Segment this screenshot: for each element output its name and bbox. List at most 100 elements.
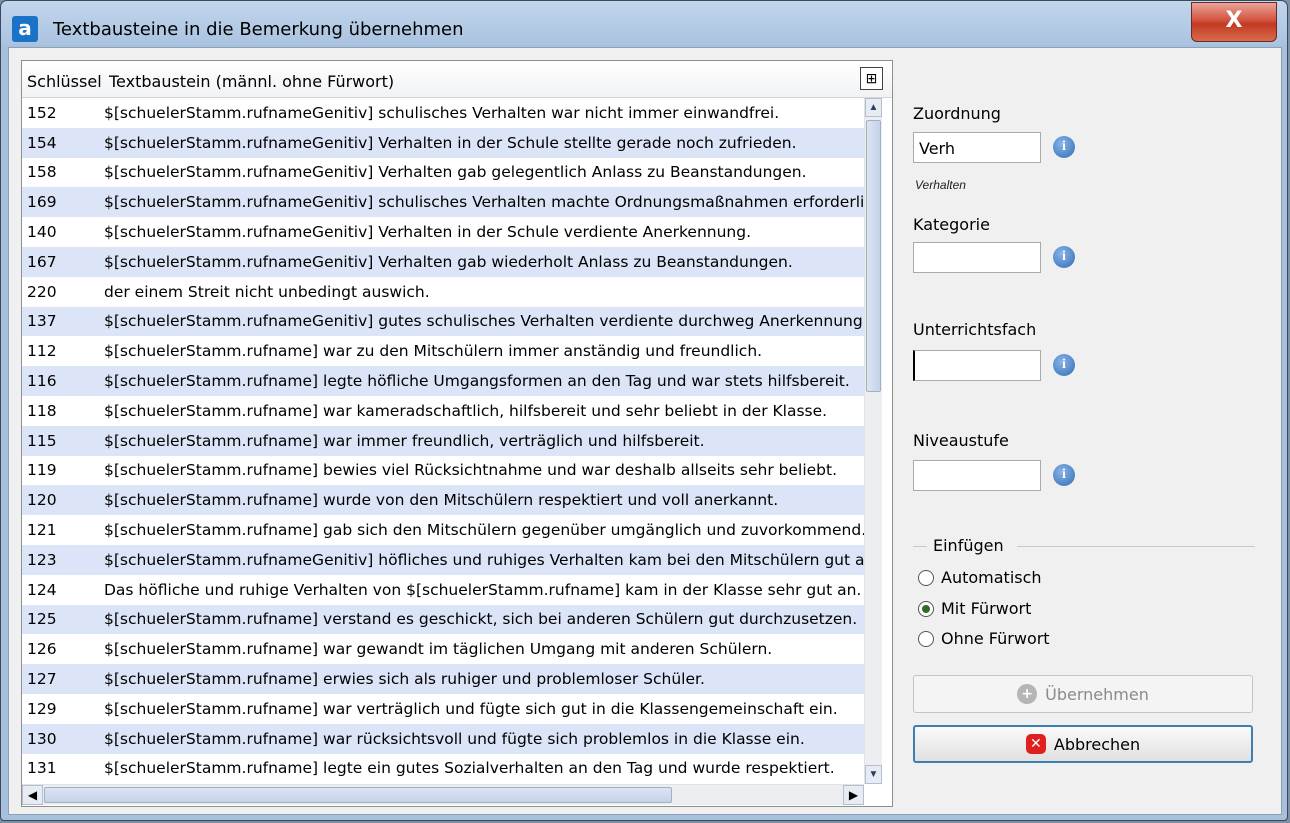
table-row[interactable]: 129 $[schuelerStamm.rufname] war verträgl… xyxy=(22,694,864,724)
row-key: 167 xyxy=(27,252,57,271)
row-key: 123 xyxy=(27,550,57,569)
zuordnung-label: Zuordnung xyxy=(913,104,1001,123)
zuordnung-info-icon[interactable]: i xyxy=(1053,136,1075,158)
abbrechen-button[interactable]: ✕ Abbrechen xyxy=(913,725,1253,763)
row-text: $[schuelerStamm.rufname] war kameradscha… xyxy=(104,401,828,420)
dialog-window: a Textbausteine in die Bemerkung überneh… xyxy=(0,0,1288,821)
row-text: $[schuelerStamm.rufnameGenitiv] Verhalte… xyxy=(104,223,752,242)
row-text: $[schuelerStamm.rufname] war gewandt im … xyxy=(104,640,773,659)
row-text: $[schuelerStamm.rufnameGenitiv] Verhalte… xyxy=(104,163,807,182)
row-key: 131 xyxy=(27,759,57,778)
scroll-down-icon[interactable]: ▼ xyxy=(865,765,882,784)
row-key: 169 xyxy=(27,193,57,212)
table-row[interactable]: 125 $[schuelerStamm.rufname] verstand es … xyxy=(22,604,864,635)
row-key: 118 xyxy=(27,401,57,420)
table-row[interactable]: 167 $[schuelerStamm.rufnameGenitiv] Verha… xyxy=(22,246,864,277)
row-text: $[schuelerStamm.rufname] war zu den Mits… xyxy=(104,342,763,361)
table-row[interactable]: 126 $[schuelerStamm.rufname] war gewandt … xyxy=(22,634,864,664)
textbausteine-grid: Schlüssel Textbaustein (männl. ohne Fürw… xyxy=(21,60,893,807)
row-text: $[schuelerStamm.rufname] verstand es ges… xyxy=(104,610,858,629)
scroll-right-icon[interactable]: ▶ xyxy=(843,785,864,805)
row-key: 124 xyxy=(27,580,57,599)
table-row[interactable]: 124 Das höfliche und ruhige Verhalten von… xyxy=(22,575,864,605)
row-text: $[schuelerStamm.rufnameGenitiv] schulisc… xyxy=(104,193,864,212)
radio-mit-fuerwort[interactable]: Mit Fürwort xyxy=(918,599,1031,618)
unterrichtsfach-info-icon[interactable]: i xyxy=(1053,354,1075,376)
uebernehmen-label: Übernehmen xyxy=(1045,684,1149,704)
table-row[interactable]: 127 $[schuelerStamm.rufname] erwies sich … xyxy=(22,664,864,694)
scroll-left-icon[interactable]: ◀ xyxy=(22,785,43,805)
row-text: $[schuelerStamm.rufname] erwies sich als… xyxy=(104,670,705,689)
radio-ohne-fuerwort[interactable]: Ohne Fürwort xyxy=(918,629,1050,648)
table-row[interactable]: 152 $[schuelerStamm.rufnameGenitiv] schul… xyxy=(22,98,864,128)
table-row[interactable]: 123 $[schuelerStamm.rufnameGenitiv] höfli… xyxy=(22,544,864,575)
niveaustufe-info-icon[interactable]: i xyxy=(1053,464,1075,486)
row-key: 121 xyxy=(27,521,57,540)
column-chooser-icon[interactable]: ⊞ xyxy=(860,67,883,90)
row-text: $[schuelerStamm.rufnameGenitiv] Verhalte… xyxy=(104,252,793,271)
row-key: 154 xyxy=(27,133,57,152)
table-row[interactable]: 112 $[schuelerStamm.rufname] war zu den M… xyxy=(22,336,864,366)
row-text: $[schuelerStamm.rufname] legte höfliche … xyxy=(104,372,850,391)
kategorie-field[interactable] xyxy=(913,242,1041,273)
column-header-textbaustein[interactable]: Textbaustein (männl. ohne Fürwort) xyxy=(109,72,394,91)
table-row[interactable]: 121 $[schuelerStamm.rufname] gab sich den… xyxy=(22,515,864,545)
radio-automatisch[interactable]: Automatisch xyxy=(918,568,1042,587)
row-text: $[schuelerStamm.rufnameGenitiv] schulisc… xyxy=(104,103,780,122)
table-row[interactable]: 118 $[schuelerStamm.rufname] war kamerads… xyxy=(22,396,864,426)
table-row[interactable]: 220 der einem Streit nicht unbedingt ausw… xyxy=(22,277,864,307)
table-row[interactable]: 115 $[schuelerStamm.rufname] war immer fr… xyxy=(22,425,864,456)
row-text: $[schuelerStamm.rufnameGenitiv] gutes sc… xyxy=(104,312,864,331)
row-text: $[schuelerStamm.rufnameGenitiv] höfliche… xyxy=(104,550,864,569)
zuordnung-field[interactable]: Verh xyxy=(913,132,1041,163)
grid-header: Schlüssel Textbaustein (männl. ohne Fürw… xyxy=(22,61,892,98)
niveaustufe-field[interactable] xyxy=(913,460,1041,491)
row-key: 116 xyxy=(27,372,57,391)
column-header-schluessel[interactable]: Schlüssel xyxy=(27,72,102,91)
row-text: $[schuelerStamm.rufname] wurde von den M… xyxy=(104,491,779,510)
radio-circle-icon xyxy=(918,569,934,586)
unterrichtsfach-field[interactable] xyxy=(913,350,1041,381)
title-bar[interactable]: a Textbausteine in die Bemerkung überneh… xyxy=(1,1,1287,47)
group-divider-left xyxy=(913,546,927,547)
row-key: 112 xyxy=(27,342,57,361)
table-row[interactable]: 137 $[schuelerStamm.rufnameGenitiv] gutes… xyxy=(22,306,864,337)
row-key: 137 xyxy=(27,312,57,331)
add-icon: + xyxy=(1017,684,1038,704)
horizontal-scroll-thumb[interactable] xyxy=(44,787,672,803)
vertical-scrollbar[interactable]: ▲ ▼ xyxy=(864,98,882,784)
table-row[interactable]: 154 $[schuelerStamm.rufnameGenitiv] Verha… xyxy=(22,127,864,158)
radio-circle-icon xyxy=(918,630,934,647)
row-text: $[schuelerStamm.rufname] legte ein gutes… xyxy=(104,759,835,778)
row-text: $[schuelerStamm.rufnameGenitiv] Verhalte… xyxy=(104,133,797,152)
row-key: 158 xyxy=(27,163,57,182)
dialog-body: Schlüssel Textbaustein (männl. ohne Fürw… xyxy=(8,47,1282,815)
radio-selected-icon xyxy=(918,600,934,617)
row-key: 220 xyxy=(27,282,57,301)
table-row[interactable]: 158 $[schuelerStamm.rufnameGenitiv] Verha… xyxy=(22,158,864,188)
radio-label-mit-fuerwort: Mit Fürwort xyxy=(941,599,1032,618)
close-button[interactable]: X xyxy=(1191,2,1277,42)
cancel-icon: ✕ xyxy=(1025,734,1046,754)
row-text: $[schuelerStamm.rufname] war rücksichtsv… xyxy=(104,729,805,748)
row-key: 127 xyxy=(27,670,57,689)
row-key: 140 xyxy=(27,223,57,242)
table-row[interactable]: 120 $[schuelerStamm.rufname] wurde von de… xyxy=(22,485,864,516)
row-key: 152 xyxy=(27,103,57,122)
row-text: Das höfliche und ruhige Verhalten von $[… xyxy=(104,580,862,599)
table-row[interactable]: 116 $[schuelerStamm.rufname] legte höflic… xyxy=(22,366,864,396)
row-key: 130 xyxy=(27,729,57,748)
vertical-scroll-thumb[interactable] xyxy=(866,120,881,392)
table-row[interactable]: 169 $[schuelerStamm.rufnameGenitiv] schul… xyxy=(22,187,864,218)
scroll-up-icon[interactable]: ▲ xyxy=(865,98,882,117)
uebernehmen-button[interactable]: + Übernehmen xyxy=(913,675,1253,713)
kategorie-info-icon[interactable]: i xyxy=(1053,246,1075,268)
row-text: $[schuelerStamm.rufname] war immer freun… xyxy=(104,431,705,450)
table-row[interactable]: 130 $[schuelerStamm.rufname] war rücksich… xyxy=(22,723,864,754)
table-row[interactable]: 131 $[schuelerStamm.rufname] legte ein gu… xyxy=(22,754,864,784)
table-row[interactable]: 140 $[schuelerStamm.rufnameGenitiv] Verha… xyxy=(22,217,864,247)
horizontal-scrollbar[interactable]: ◀ ▶ xyxy=(22,784,864,805)
group-divider-right xyxy=(1017,546,1255,547)
kategorie-label: Kategorie xyxy=(913,215,990,234)
table-row[interactable]: 119 $[schuelerStamm.rufname] bewies viel … xyxy=(22,456,864,486)
